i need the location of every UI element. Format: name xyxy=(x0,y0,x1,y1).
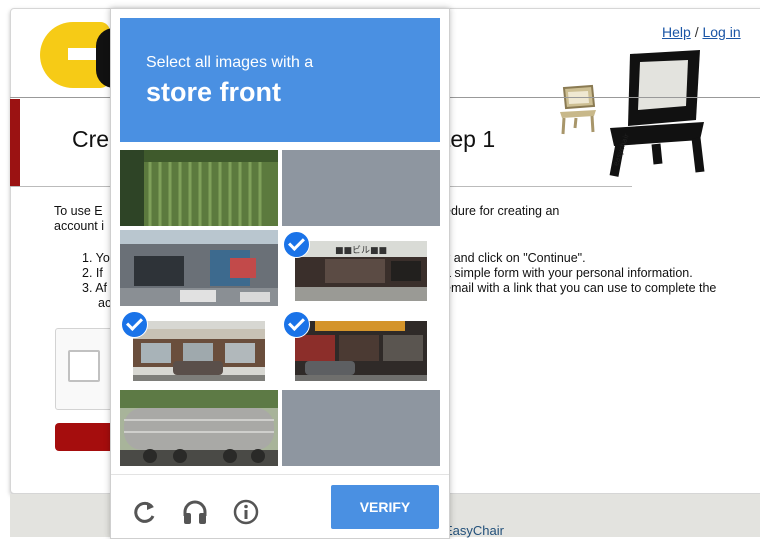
step-3-prefix: 3. Af xyxy=(82,281,108,295)
challenge-instruction: Select all images with a xyxy=(146,54,314,71)
image-tile-4-2[interactable] xyxy=(282,390,440,466)
tile-photo: ■■ビル■■ xyxy=(295,241,427,301)
step-1-prefix: 1. Yo xyxy=(82,251,110,265)
verify-button[interactable]: VERIFY xyxy=(331,485,439,529)
challenge-header: Select all images with a store front xyxy=(120,18,440,142)
challenge-footer-divider xyxy=(111,474,449,475)
audio-icon[interactable] xyxy=(181,498,209,526)
steps-list-tail: y and click on "Continue". a simple form… xyxy=(444,251,716,296)
selected-check-icon xyxy=(121,311,148,338)
tile-photo xyxy=(120,150,278,226)
tile-photo xyxy=(295,321,427,381)
selected-check-icon xyxy=(283,231,310,258)
info-icon[interactable] xyxy=(232,498,260,526)
intro-text-tail: edure for creating an xyxy=(444,204,560,218)
tile-photo xyxy=(120,230,278,306)
image-tile-2-1[interactable] xyxy=(120,230,278,306)
link-separator: / xyxy=(694,24,699,40)
title-accent-bar xyxy=(10,99,20,186)
tile-photo xyxy=(120,390,278,466)
reload-icon[interactable] xyxy=(131,498,159,526)
small-chair-icon xyxy=(560,84,596,135)
image-tile-2-2[interactable]: ■■ビル■■ xyxy=(282,230,440,306)
selected-check-icon xyxy=(283,311,310,338)
help-link[interactable]: Help xyxy=(662,24,691,40)
footer-text: EasyChair xyxy=(444,523,504,538)
challenge-target: store front xyxy=(146,77,281,107)
image-tile-1-1[interactable] xyxy=(120,150,278,226)
recaptcha-checkbox[interactable] xyxy=(68,350,100,382)
step-3-tail: email with a link that you can use to co… xyxy=(444,281,717,295)
svg-text:■■ビル■■: ■■ビル■■ xyxy=(335,245,387,256)
steps-list: 1. Yo 2. If 3. Af ac xyxy=(82,251,111,311)
tile-photo xyxy=(133,321,265,381)
step-3-continuation: ac xyxy=(98,296,112,310)
intro-text: To use E account i xyxy=(54,204,105,233)
page-title: Cre xyxy=(72,126,110,152)
step-2-tail: a simple form with your personal informa… xyxy=(444,266,693,280)
login-link[interactable]: Log in xyxy=(702,24,740,40)
page-title-tail: tep 1 xyxy=(444,126,496,152)
recaptcha-challenge: Select all images with a store front ■■ビ… xyxy=(110,8,450,539)
step-1-tail: y and click on "Continue". xyxy=(444,251,586,265)
image-tile-3-2[interactable] xyxy=(282,310,440,386)
image-tile-4-1[interactable] xyxy=(120,390,278,466)
image-tile-3-1[interactable] xyxy=(120,310,278,386)
header-links: Help / Log in xyxy=(662,24,741,40)
step-2-prefix: 2. If xyxy=(82,266,103,280)
image-tile-1-2[interactable] xyxy=(282,150,440,226)
big-chair-icon: easychair xyxy=(609,50,705,177)
